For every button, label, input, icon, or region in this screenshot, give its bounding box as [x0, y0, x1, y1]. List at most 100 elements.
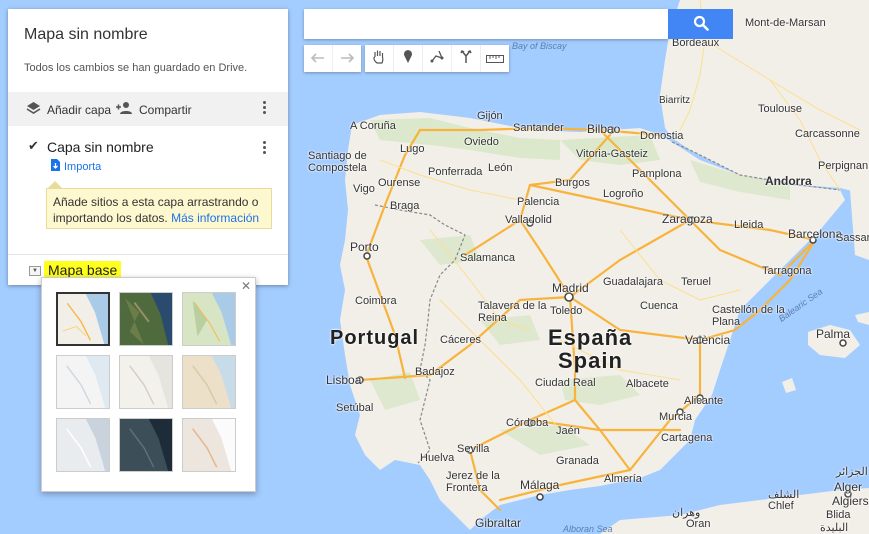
map-title[interactable]: Mapa sin nombre [24, 26, 148, 44]
add-person-icon [115, 101, 133, 118]
city-label: A Coruña [350, 120, 396, 132]
city-label: Alger [834, 480, 863, 494]
search-button[interactable] [668, 9, 733, 39]
city-label: Cuenca [640, 300, 678, 312]
layer-name[interactable]: Capa sin nombre [47, 139, 154, 155]
city-label: Coimbra [355, 295, 397, 307]
city-label: Tarragona [762, 265, 812, 277]
basemap-toggle[interactable]: ▼ [29, 266, 41, 276]
divider [8, 254, 288, 255]
city-label: Chlef [768, 500, 794, 512]
map-tools [304, 45, 509, 72]
measure-tool[interactable] [481, 45, 509, 72]
city-label: Bilbao [587, 122, 621, 136]
city-label: Ponferrada [428, 166, 483, 178]
city-label: Guadalajara [603, 276, 663, 288]
basemap-option-whitewater[interactable] [182, 418, 236, 472]
city-label: Málaga [520, 478, 560, 492]
basemap-option-terrain[interactable] [182, 292, 236, 346]
layer-visibility-checkbox[interactable]: ✔ [28, 138, 39, 154]
city-label: Gijón [477, 110, 503, 122]
more-vert-icon[interactable] [263, 139, 267, 156]
city-label: Perpignan [818, 160, 869, 172]
basemap-option-dark-landmass[interactable] [119, 418, 173, 472]
city-label: Mont-de-Marsan [745, 17, 826, 29]
close-icon[interactable]: ✕ [241, 279, 251, 293]
redo-button[interactable] [333, 45, 361, 72]
share-button[interactable]: Compartir [115, 101, 192, 118]
water-label-biscay: Bay of Biscay [512, 41, 567, 51]
city-label: Lleida [734, 219, 764, 231]
import-icon [50, 159, 60, 174]
city-label: Ciudad Real [535, 377, 596, 389]
city-label: Barcelona [788, 227, 843, 241]
city-label: Sevilla [457, 443, 490, 455]
city-label: Santiago de Compostela [308, 150, 367, 174]
city-label: Pamplona [632, 168, 682, 180]
map-panel: Mapa sin nombre Todos los cambios se han… [8, 9, 288, 285]
search-icon [693, 15, 709, 34]
city-label: Zaragoza [662, 212, 713, 226]
city-label: Valladolid [505, 214, 552, 226]
city-label: Jaén [556, 425, 580, 437]
city-label: Salamanca [460, 252, 516, 264]
search-input[interactable] [304, 9, 668, 39]
draw-line-tool[interactable] [423, 45, 452, 72]
city-label: Alicante [684, 395, 724, 407]
directions-icon [460, 49, 472, 68]
city-label: Albacete [626, 378, 669, 390]
basemap-option-light-landmass[interactable] [56, 418, 110, 472]
country-label-spain: Spain [558, 348, 623, 373]
basemap-option-mono-city[interactable] [119, 355, 173, 409]
city-label: Braga [390, 200, 420, 212]
import-link[interactable]: Importa [50, 159, 101, 174]
city-label: الجزائر [836, 466, 868, 478]
polyline-icon [430, 49, 444, 68]
basemap-option-simple-atlas[interactable] [182, 355, 236, 409]
city-label: Cáceres [440, 334, 481, 346]
city-label: Palma [816, 327, 851, 341]
basemap-picker: ✕ [41, 277, 256, 492]
city-label: Oran [686, 518, 711, 530]
add-layer-button[interactable]: Añadir capa [26, 101, 111, 118]
basemap-option-map[interactable] [56, 292, 110, 346]
more-vert-icon[interactable] [263, 99, 267, 116]
basemap-option-satellite[interactable] [119, 292, 173, 346]
save-status: Todos los cambios se han guardado en Dri… [24, 62, 248, 74]
city-label: Vigo [353, 183, 375, 195]
directions-tool[interactable] [452, 45, 481, 72]
city-label: Córdoba [506, 417, 549, 429]
import-label: Importa [64, 160, 102, 173]
city-label: Santander [513, 122, 564, 134]
basemap-option-light-political[interactable] [56, 355, 110, 409]
country-label-portugal: Portugal [330, 327, 420, 349]
layers-icon [26, 101, 41, 118]
city-label: Setúbal [336, 402, 374, 414]
city-label: Granada [556, 455, 599, 467]
drawing-tools-group [365, 45, 509, 72]
add-marker-tool[interactable] [394, 45, 423, 72]
pan-tool[interactable] [365, 45, 394, 72]
marker-icon [403, 49, 413, 68]
city-label: Almería [604, 473, 642, 485]
city-label: الشلف [768, 489, 800, 501]
undo-button[interactable] [304, 45, 333, 72]
share-label: Compartir [139, 102, 192, 117]
city-label: València [685, 333, 731, 347]
city-label: Ourense [378, 177, 421, 189]
city-label: Teruel [681, 276, 711, 288]
city-label: León [488, 162, 513, 174]
city-label: Palencia [517, 196, 560, 208]
city-label: Murcia [659, 411, 693, 423]
city-label: Vitoria-Gasteiz [576, 148, 648, 160]
add-layer-label: Añadir capa [47, 102, 112, 117]
city-label: Cartagena [661, 432, 713, 444]
city-label: وهران [672, 507, 701, 519]
city-label: Lugo [400, 143, 425, 155]
city-label: Talavera de la Reina [478, 300, 547, 324]
city-label: Castellón de la Plana [712, 304, 785, 328]
city-label: البليدة [820, 522, 849, 534]
city-label: Blida [826, 509, 851, 521]
ruler-icon [486, 50, 504, 68]
more-info-link[interactable]: Más información [171, 211, 259, 225]
